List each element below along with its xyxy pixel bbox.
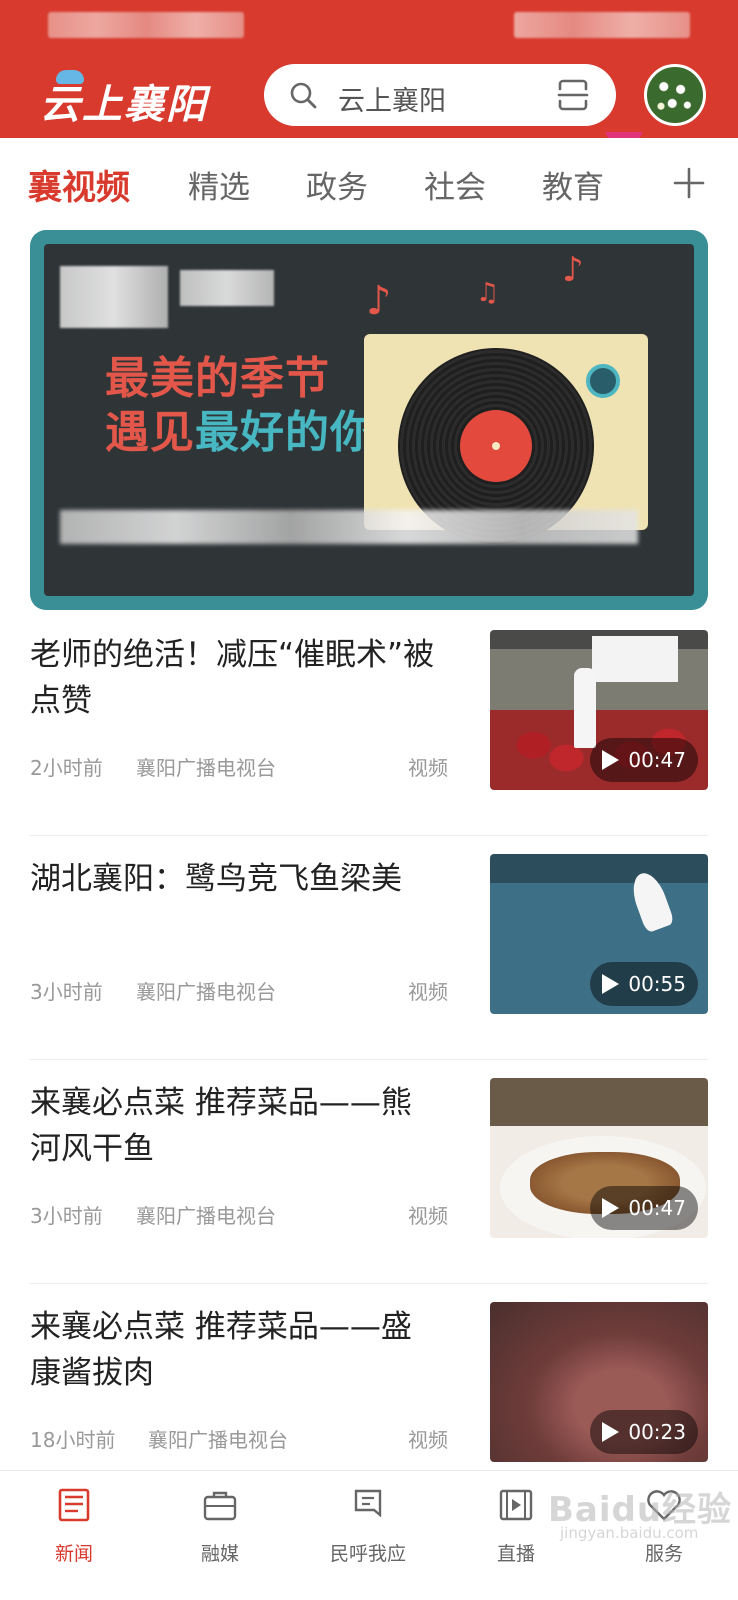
classroom-screen [592, 636, 678, 682]
search-icon [290, 82, 317, 109]
list-item[interactable]: 老师的绝活！减压“催眠术”被点赞 2小时前 襄阳广播电视台 视频 00:47 [30, 612, 708, 836]
article-type: 视频 [408, 756, 448, 780]
banner-headline-2: 遇见最好的你 [105, 396, 375, 460]
newspaper-icon [58, 1488, 90, 1522]
article-title: 湖北襄阳：鹭鸟竞飞鱼梁美 [30, 861, 402, 897]
nav-news[interactable]: 新闻 [14, 1485, 134, 1566]
video-duration: 00:47 [628, 1196, 686, 1220]
video-duration-badge: 00:47 [590, 1186, 698, 1230]
status-bar-left-blurred [48, 12, 244, 38]
search-bar[interactable]: 云上襄阳 [264, 64, 616, 126]
article-type: 视频 [408, 1428, 448, 1452]
play-icon [602, 1422, 620, 1442]
article-time: 3小时前 [30, 980, 103, 1004]
article-title: 来襄必点菜 推荐菜品——熊河风干鱼 [30, 1085, 412, 1167]
nav-label: 服务 [644, 1543, 683, 1565]
video-thumbnail[interactable]: 00:47 [490, 1078, 708, 1238]
nav-public-voice[interactable]: 民呼我应 [308, 1485, 428, 1566]
article-source: 襄阳广播电视台 [136, 1204, 276, 1228]
video-duration: 00:47 [628, 748, 686, 772]
list-item[interactable]: 来襄必点菜 推荐菜品——熊河风干鱼 3小时前 襄阳广播电视台 视频 00:47 [30, 1060, 708, 1284]
nav-label: 融媒 [200, 1543, 239, 1565]
article-title: 来襄必点菜 推荐菜品——盛康酱拔肉 [30, 1309, 412, 1391]
tab-xiang-video[interactable]: 襄视频 [28, 160, 130, 209]
egret-figure [626, 868, 676, 934]
app-logo: 云上襄阳 [40, 82, 208, 128]
scan-icon[interactable] [556, 78, 590, 112]
article-type: 视频 [408, 980, 448, 1004]
music-note-small-icon: ♫ [476, 278, 500, 308]
video-duration-badge: 00:55 [590, 962, 698, 1006]
video-thumbnail[interactable]: 00:23 [490, 1302, 708, 1462]
article-time: 3小时前 [30, 1204, 103, 1228]
music-note-icon: ♪ [366, 278, 392, 324]
tab-society[interactable]: 社会 [424, 162, 486, 207]
tab-education[interactable]: 教育 [542, 162, 604, 207]
list-item[interactable]: 湖北襄阳：鹭鸟竞飞鱼梁美 3小时前 襄阳广播电视台 视频 00:55 [30, 836, 708, 1060]
banner-logo-blurred [60, 266, 168, 328]
video-thumbnail[interactable]: 00:47 [490, 630, 708, 790]
plus-icon[interactable] [672, 166, 706, 200]
category-tabs: 襄视频 精选 政务 社会 教育 [0, 138, 738, 230]
video-duration: 00:55 [628, 972, 686, 996]
treble-clef-icon: ♪ [562, 250, 584, 290]
video-thumbnail[interactable]: 00:55 [490, 854, 708, 1014]
teacher-figure [574, 668, 596, 748]
search-placeholder: 云上襄阳 [338, 86, 446, 117]
user-avatar[interactable] [644, 64, 706, 126]
tab-featured[interactable]: 精选 [188, 162, 250, 207]
player-knob [586, 364, 620, 398]
video-duration-badge: 00:47 [590, 738, 698, 782]
nav-label: 民呼我应 [329, 1543, 406, 1565]
featured-banner[interactable]: 最美的季节 遇见最好的你 ♪ ♫ ♪ [30, 230, 708, 610]
nav-label: 直播 [496, 1543, 535, 1565]
banner-brand-blurred [180, 270, 274, 306]
status-bar-right-blurred [514, 12, 690, 38]
app-header: 云上襄阳 云上襄阳 [0, 0, 738, 138]
play-icon [602, 750, 620, 770]
speech-icon [354, 1489, 382, 1518]
article-source: 襄阳广播电视台 [136, 980, 276, 1004]
article-source: 襄阳广播电视台 [148, 1428, 288, 1452]
tab-government[interactable]: 政务 [306, 162, 368, 207]
briefcase-icon [203, 1491, 237, 1521]
video-duration: 00:23 [628, 1420, 686, 1444]
nav-media[interactable]: 融媒 [160, 1485, 280, 1566]
article-source: 襄阳广播电视台 [136, 756, 276, 780]
baidu-watermark-url: jingyan.baidu.com [560, 1524, 699, 1542]
banner-headline-2-teal: 最好的你 [195, 407, 375, 458]
play-icon [602, 974, 620, 994]
banner-headline-2-red: 遇见 [105, 407, 195, 458]
film-icon [499, 1489, 533, 1521]
article-type: 视频 [408, 1204, 448, 1228]
banner-caption-blurred [60, 510, 638, 544]
video-duration-badge: 00:23 [590, 1410, 698, 1454]
article-time: 18小时前 [30, 1428, 116, 1452]
article-title: 老师的绝活！减压“催眠术”被点赞 [30, 637, 435, 719]
record-hole [492, 442, 500, 450]
play-icon [602, 1198, 620, 1218]
article-time: 2小时前 [30, 756, 103, 780]
nav-label: 新闻 [54, 1543, 93, 1565]
